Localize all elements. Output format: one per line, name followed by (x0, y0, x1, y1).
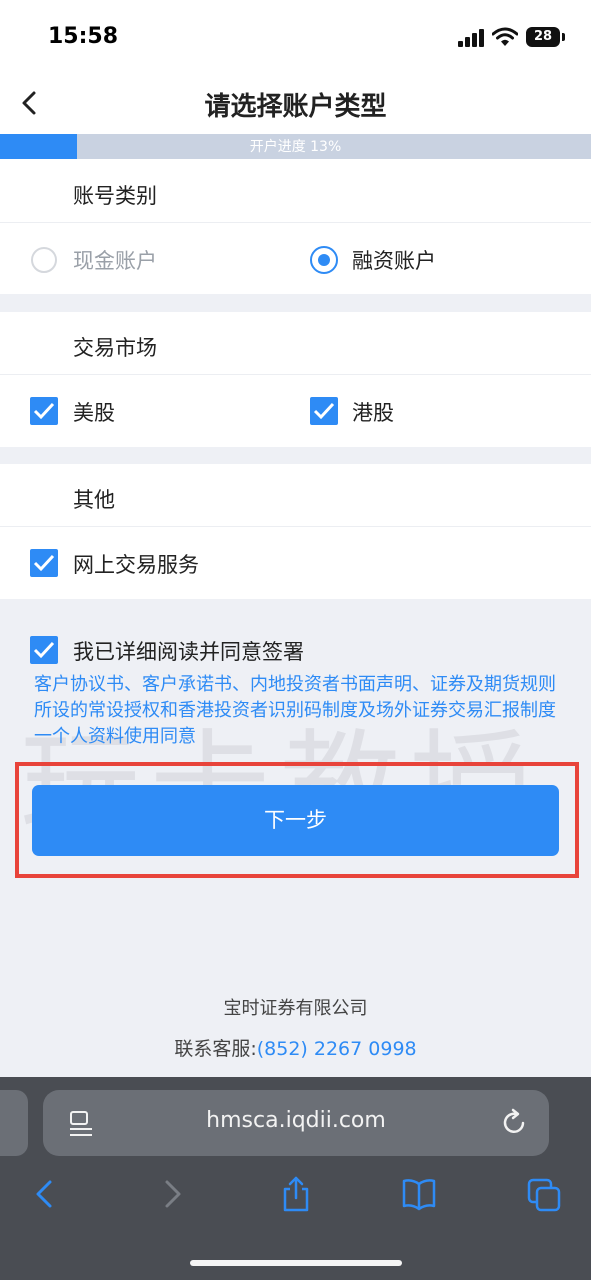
status-time: 15:58 (48, 24, 119, 49)
previous-tab-pill[interactable] (0, 1090, 28, 1156)
cellular-signal-icon (458, 29, 484, 47)
home-indicator (190, 1260, 402, 1266)
page-title: 请选择账户类型 (204, 92, 387, 122)
battery-nub (562, 33, 565, 41)
next-step-button[interactable]: 下一步 (32, 785, 559, 856)
url-text[interactable]: hmsca.iqdii.com (43, 1108, 549, 1133)
margin-account-label[interactable]: 融资账户 (352, 245, 436, 275)
hk-stock-checkbox[interactable] (310, 397, 338, 425)
divider (0, 526, 591, 527)
company-name: 宝时证券有限公司 (223, 998, 368, 1019)
us-stock-checkbox[interactable] (30, 397, 58, 425)
customer-service: 联系客服:(852) 2267 0998 (0, 1034, 591, 1061)
service-label: 联系客服: (174, 1038, 257, 1060)
agreement-documents-link[interactable]: 客户协议书、客户承诺书、内地投资者书面声明、证券及期货规则所设的常设授权和香港投… (34, 672, 564, 750)
agreement-label[interactable]: 我已详细阅读并同意签署 (73, 636, 304, 666)
battery-icon: 28 (526, 27, 560, 47)
agreement-checkbox[interactable] (30, 636, 58, 664)
browser-forward-icon[interactable] (155, 1176, 189, 1212)
check-icon (33, 554, 55, 572)
check-icon (33, 402, 55, 420)
tabs-icon[interactable] (527, 1176, 561, 1212)
check-icon (33, 641, 55, 659)
service-phone-link[interactable]: (852) 2267 0998 (257, 1038, 417, 1060)
us-stock-label[interactable]: 美股 (73, 397, 115, 427)
divider (0, 222, 591, 223)
divider (0, 374, 591, 375)
other-title: 其他 (73, 488, 115, 512)
online-trading-checkbox[interactable] (30, 549, 58, 577)
market-title: 交易市场 (73, 336, 157, 360)
browser-back-icon[interactable] (28, 1176, 62, 1212)
progress-label: 开户进度 13% (249, 139, 342, 155)
bookmarks-icon[interactable] (402, 1176, 436, 1212)
account-category-title: 账号类别 (73, 184, 157, 208)
check-icon (313, 402, 335, 420)
cash-account-label[interactable]: 现金账户 (73, 245, 157, 275)
online-trading-label[interactable]: 网上交易服务 (73, 549, 199, 579)
radio-margin-account[interactable] (310, 246, 338, 274)
wifi-icon (492, 27, 518, 46)
radio-cash-account[interactable] (31, 247, 57, 273)
radio-selected-dot (318, 254, 330, 266)
reload-icon[interactable] (502, 1108, 528, 1138)
hk-stock-label[interactable]: 港股 (352, 397, 394, 427)
share-icon[interactable] (279, 1176, 313, 1212)
